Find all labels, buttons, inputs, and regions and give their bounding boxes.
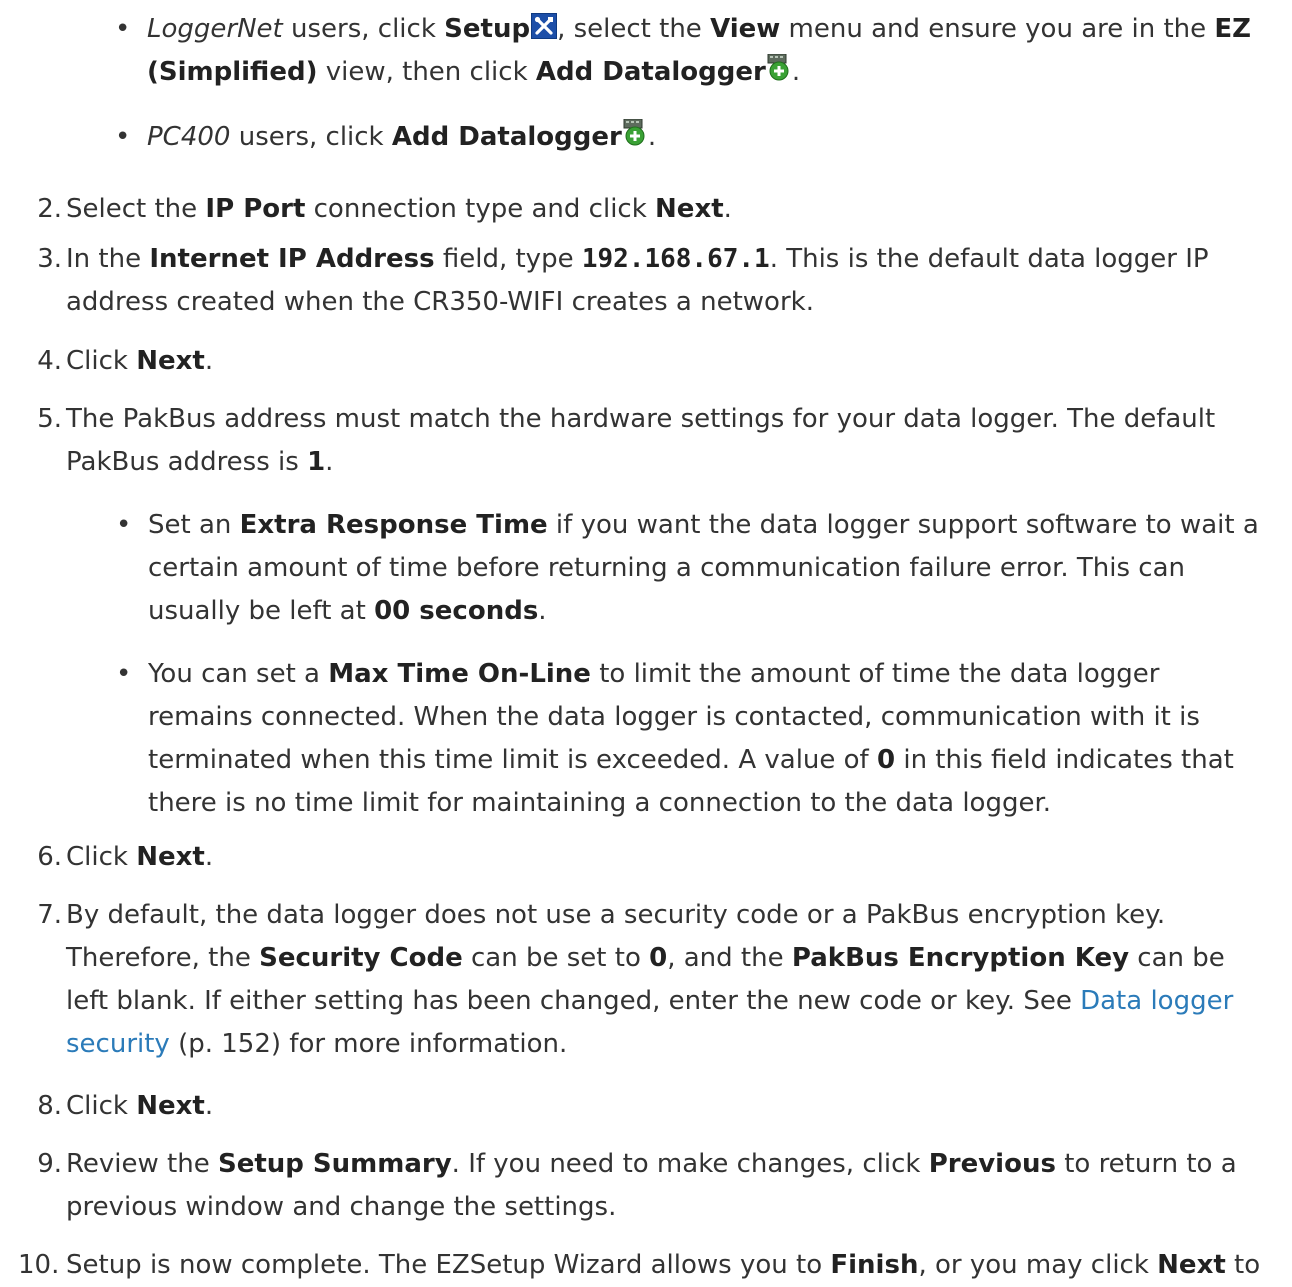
step-6: 6. Click Next. bbox=[22, 836, 1262, 879]
step-5-max-time-online: You can set a Max Time On-Line to limit … bbox=[116, 653, 1262, 825]
step-number: 7. bbox=[37, 900, 62, 930]
step-number: 9. bbox=[37, 1149, 62, 1179]
step-number: 8. bbox=[37, 1091, 62, 1121]
setup-label: Setup bbox=[444, 14, 531, 44]
view-menu-label: View bbox=[710, 14, 781, 44]
product-name: PC400 bbox=[147, 122, 231, 152]
loggernet-instruction: LoggerNet users, click Setup, select the… bbox=[115, 8, 1262, 94]
step-number: 2. bbox=[37, 194, 62, 224]
step-5: 5. The PakBus address must match the hard… bbox=[22, 398, 1262, 825]
step-9: 9. Review the Setup Summary. If you need … bbox=[22, 1143, 1262, 1229]
step-3: 3. In the Internet IP Address field, type… bbox=[22, 238, 1262, 324]
step-5-extra-response-time: Set an Extra Response Time if you want t… bbox=[116, 504, 1262, 633]
pc400-instruction: PC400 users, click Add Datalogger. bbox=[115, 116, 1262, 159]
step-7: 7. By default, the data logger does not u… bbox=[22, 894, 1262, 1066]
step-2: 2. Select the IP Port connection type and… bbox=[22, 188, 1262, 231]
add-datalogger-label: Add Datalogger bbox=[535, 57, 766, 87]
step-8: 8. Click Next. bbox=[22, 1085, 1262, 1128]
ip-address-value: 192.168.67.1 bbox=[581, 244, 770, 274]
step-number: 3. bbox=[37, 244, 62, 274]
step-4: 4. Click Next. bbox=[22, 340, 1262, 383]
add-datalogger-label: Add Datalogger bbox=[391, 122, 622, 152]
setup-tools-icon bbox=[531, 13, 558, 39]
add-datalogger-icon bbox=[622, 119, 648, 147]
step-number: 6. bbox=[37, 842, 62, 872]
product-name: LoggerNet bbox=[147, 14, 283, 44]
step-number: 4. bbox=[37, 346, 62, 376]
add-datalogger-icon bbox=[766, 54, 792, 82]
step-number: 5. bbox=[37, 404, 62, 434]
